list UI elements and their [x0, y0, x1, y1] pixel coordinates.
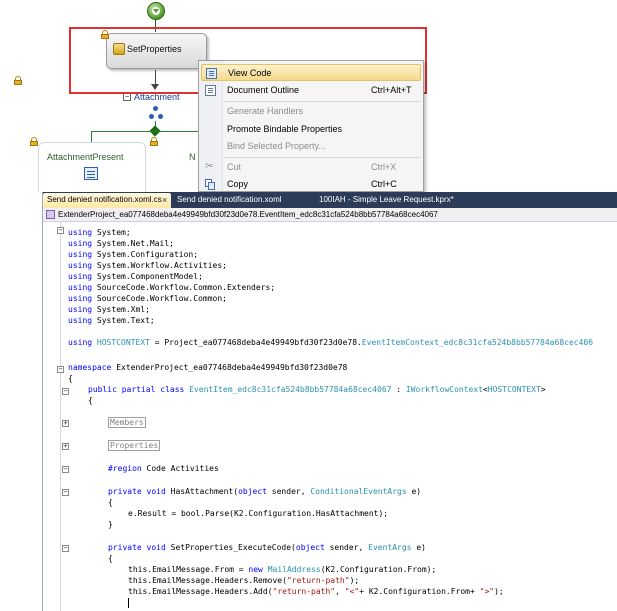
code-line: using System.Net.Mail;	[68, 239, 174, 248]
lock-icon	[14, 76, 22, 85]
sequence-icon	[84, 167, 98, 180]
code-line-alias: using HOSTCONTEXT = Project_ea077468deba…	[68, 338, 594, 347]
editor-margin	[43, 222, 57, 611]
lock-icon	[150, 137, 158, 146]
navbar-selected-type: ExtenderProject_ea077468deba4e49949bfd30…	[58, 210, 438, 219]
menu-item-label: View Code	[228, 68, 272, 78]
class-icon	[46, 210, 55, 219]
menu-item-shortcut: Ctrl+X	[371, 162, 397, 172]
document-outline-icon	[205, 85, 216, 96]
code-line: using System.Configuration;	[68, 250, 199, 259]
tab-kprx[interactable]: 100IAH - Simple Leave Request.kprx*	[315, 193, 485, 208]
menu-item-cut[interactable]: ✂ Cut Ctrl+X	[201, 159, 421, 176]
menu-item-shortcut: Ctrl+C	[371, 179, 397, 189]
code-line: {	[68, 374, 73, 383]
menu-separator	[225, 101, 421, 102]
region-members[interactable]: Members	[108, 417, 146, 428]
view-code-icon	[206, 68, 217, 79]
code-line: using System;	[68, 228, 131, 237]
menu-item-label: Promote Bindable Properties	[227, 124, 343, 134]
menu-item-shortcut: Ctrl+Alt+T	[371, 85, 412, 95]
branch-line	[91, 131, 201, 132]
code-line: using System.Workflow.Activities;	[68, 261, 227, 270]
tab-label: Send denied notification.xoml	[177, 195, 282, 204]
code-editor-window[interactable]: Send denied notification.xoml.cs × Send …	[42, 192, 617, 611]
menu-item-bind-selected-property[interactable]: Bind Selected Property...	[201, 138, 421, 155]
menu-item-label: Bind Selected Property...	[227, 141, 326, 151]
copy-icon	[205, 179, 216, 190]
code-line-method-setproperties: private void SetProperties_ExecuteCode(o…	[108, 543, 426, 552]
code-line: using SourceCode.Workflow.Common.Extende…	[68, 283, 276, 292]
outline-guide	[60, 222, 61, 611]
code-line-class: public partial class EventItem_edc8c31cf…	[88, 385, 546, 394]
menu-item-promote-bindable-properties[interactable]: Promote Bindable Properties	[201, 121, 421, 138]
code-area[interactable]: using System; using System.Net.Mail; usi…	[68, 223, 617, 611]
code-line: }	[108, 520, 113, 529]
tab-label: Send denied notification.xoml.cs	[47, 195, 162, 204]
menu-item-label: Copy	[227, 179, 249, 189]
text-cursor	[128, 598, 129, 608]
menu-item-label: Generate Handlers	[227, 106, 304, 116]
code-line: {	[88, 396, 93, 405]
lock-icon	[30, 137, 38, 146]
code-line: e.Result = bool.Parse(K2.Configuration.H…	[128, 509, 389, 518]
menu-item-document-outline[interactable]: Document Outline Ctrl+Alt+T	[201, 82, 421, 99]
tab-xoml[interactable]: Send denied notification.xoml	[173, 193, 311, 208]
code-line: this.EmailMessage.From = new MailAddress…	[128, 565, 437, 574]
code-line: using SourceCode.Workflow.Common;	[68, 294, 227, 303]
workflow-start-icon[interactable]	[147, 2, 165, 20]
menu-item-generate-handlers[interactable]: Generate Handlers	[201, 103, 421, 120]
code-line: using System.Xml;	[68, 305, 150, 314]
code-line: {	[108, 498, 113, 507]
region-properties[interactable]: Properties	[108, 440, 161, 451]
code-line: using System.ComponentModel;	[68, 272, 203, 281]
menu-item-view-code[interactable]: View Code	[201, 64, 421, 81]
menu-item-label: Cut	[227, 162, 242, 172]
code-line-namespace: namespace ExtenderProject_ea077468deba4e…	[68, 363, 348, 372]
collapse-toggle-icon[interactable]: −	[57, 366, 64, 373]
menu-separator	[225, 157, 421, 158]
collapse-toggle-icon[interactable]: −	[57, 227, 64, 234]
code-line: this.EmailMessage.Headers.Add("return-pa…	[128, 587, 504, 596]
branch-label: AttachmentPresent	[47, 152, 124, 162]
branch-label-right: N	[189, 152, 196, 162]
collapse-toggle-icon[interactable]: −	[123, 93, 131, 101]
cut-icon: ✂	[205, 161, 214, 172]
code-line: {	[108, 554, 113, 563]
close-icon[interactable]: ×	[162, 193, 167, 207]
code-line: this.EmailMessage.Headers.Remove("return…	[128, 576, 360, 585]
menu-item-label: Document Outline	[227, 85, 300, 95]
code-line-method-hasattachment: private void HasAttachment(object sender…	[108, 487, 422, 496]
region-code-activities: #region Code Activities	[108, 464, 219, 473]
menu-item-copy[interactable]: Copy Ctrl+C	[201, 176, 421, 191]
tab-label: 100IAH - Simple Leave Request.kprx*	[319, 195, 454, 204]
tab-xoml-cs[interactable]: Send denied notification.xoml.cs ×	[43, 193, 171, 208]
document-tab-strip: Send denied notification.xoml.cs × Send …	[43, 192, 617, 208]
type-navigation-dropdown[interactable]: ExtenderProject_ea077468deba4e49949bfd30…	[43, 208, 617, 222]
context-menu[interactable]: View Code Document Outline Ctrl+Alt+T Ge…	[198, 60, 424, 192]
code-line: using System.Text;	[68, 316, 155, 325]
ifelse-icon	[149, 106, 163, 120]
